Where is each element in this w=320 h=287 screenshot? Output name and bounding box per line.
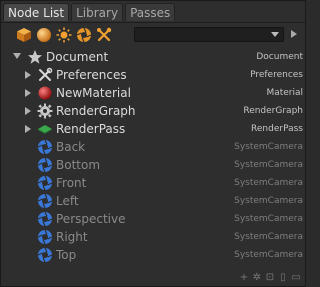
- camera-aperture-icon: [37, 175, 53, 191]
- camera-aperture-icon: [37, 193, 53, 209]
- tree-row-document[interactable]: Document Document: [1, 48, 305, 66]
- bottom-toolbar: + ✲ ⊡ ▯ ▭: [239, 273, 301, 283]
- gear-small-icon[interactable]: ✲: [252, 273, 262, 283]
- play-arrow-icon[interactable]: [291, 30, 297, 38]
- wrench-icon: [37, 67, 53, 83]
- tab-passes[interactable]: Passes: [125, 3, 176, 21]
- tools-icon[interactable]: [95, 26, 113, 44]
- node-type: RenderGraph: [243, 106, 303, 116]
- node-type: Material: [266, 88, 303, 98]
- node-name: Front: [56, 176, 87, 190]
- node-type: SystemCamera: [234, 214, 303, 224]
- node-list-panel: Node List Library Passes Document Docume…: [0, 0, 306, 287]
- tree-row-camera-left[interactable]: Left SystemCamera: [1, 192, 305, 210]
- node-type: Document: [256, 52, 303, 62]
- tree-row-camera-front[interactable]: Front SystemCamera: [1, 174, 305, 192]
- tree-row-camera-top[interactable]: Top SystemCamera: [1, 246, 305, 264]
- split-horizontal-icon[interactable]: ▭: [291, 273, 301, 283]
- pass-icon: [37, 121, 53, 137]
- node-type: SystemCamera: [234, 142, 303, 152]
- chevron-down-icon: [271, 32, 279, 37]
- tree-row-camera-right[interactable]: Right SystemCamera: [1, 228, 305, 246]
- camera-aperture-icon: [37, 157, 53, 173]
- tab-bar: Node List Library Passes: [3, 3, 176, 22]
- tree-row-newmaterial[interactable]: NewMaterial Material: [1, 84, 305, 102]
- expand-arrow-icon[interactable]: [25, 125, 31, 133]
- tree-row-renderpass[interactable]: RenderPass RenderPass: [1, 120, 305, 138]
- node-filter-dropdown[interactable]: [134, 27, 284, 42]
- tree-row-rendergraph[interactable]: RenderGraph RenderGraph: [1, 102, 305, 120]
- aperture-icon[interactable]: [75, 26, 93, 44]
- split-vertical-icon[interactable]: ▯: [278, 273, 288, 283]
- node-type: RenderPass: [251, 124, 303, 134]
- expand-arrow-icon[interactable]: [13, 53, 21, 59]
- sphere-icon[interactable]: [35, 26, 53, 44]
- camera-aperture-icon: [37, 229, 53, 245]
- node-type: Preferences: [250, 70, 303, 80]
- tab-divider: [1, 22, 305, 23]
- expand-arrow-icon[interactable]: [25, 71, 31, 79]
- node-name: RenderGraph: [56, 104, 136, 118]
- plus-icon[interactable]: +: [239, 273, 249, 283]
- tab-library[interactable]: Library: [71, 3, 124, 21]
- star-icon: [27, 49, 43, 65]
- camera-aperture-icon: [37, 139, 53, 155]
- node-type: SystemCamera: [234, 232, 303, 242]
- node-name: Perspective: [56, 212, 126, 226]
- sun-icon[interactable]: [55, 26, 73, 44]
- toolbar: [15, 25, 113, 45]
- node-name: Top: [56, 248, 77, 262]
- node-name: Preferences: [56, 68, 127, 82]
- tab-node-list[interactable]: Node List: [3, 3, 70, 21]
- node-name: Bottom: [56, 158, 101, 172]
- camera-aperture-icon: [37, 211, 53, 227]
- tree-row-preferences[interactable]: Preferences Preferences: [1, 66, 305, 84]
- expand-arrow-icon[interactable]: [25, 107, 31, 115]
- tree-row-camera-bottom[interactable]: Bottom SystemCamera: [1, 156, 305, 174]
- node-type: SystemCamera: [234, 178, 303, 188]
- node-name: Left: [56, 194, 79, 208]
- expand-icon[interactable]: ⊡: [265, 273, 275, 283]
- node-name: NewMaterial: [56, 86, 131, 100]
- node-name: Document: [46, 50, 109, 64]
- node-name: RenderPass: [56, 122, 126, 136]
- tree-row-camera-back[interactable]: Back SystemCamera: [1, 138, 305, 156]
- node-name: Back: [56, 140, 86, 154]
- tree-row-camera-perspective[interactable]: Perspective SystemCamera: [1, 210, 305, 228]
- expand-arrow-icon[interactable]: [25, 89, 31, 97]
- gear-icon: [37, 103, 53, 119]
- node-tree: Document Document Preferences Preference…: [1, 48, 305, 264]
- node-name: Right: [56, 230, 88, 244]
- node-type: SystemCamera: [234, 196, 303, 206]
- material-sphere-icon: [37, 85, 53, 101]
- node-type: SystemCamera: [234, 160, 303, 170]
- box-icon[interactable]: [15, 26, 33, 44]
- camera-aperture-icon: [37, 247, 53, 263]
- node-type: SystemCamera: [234, 250, 303, 260]
